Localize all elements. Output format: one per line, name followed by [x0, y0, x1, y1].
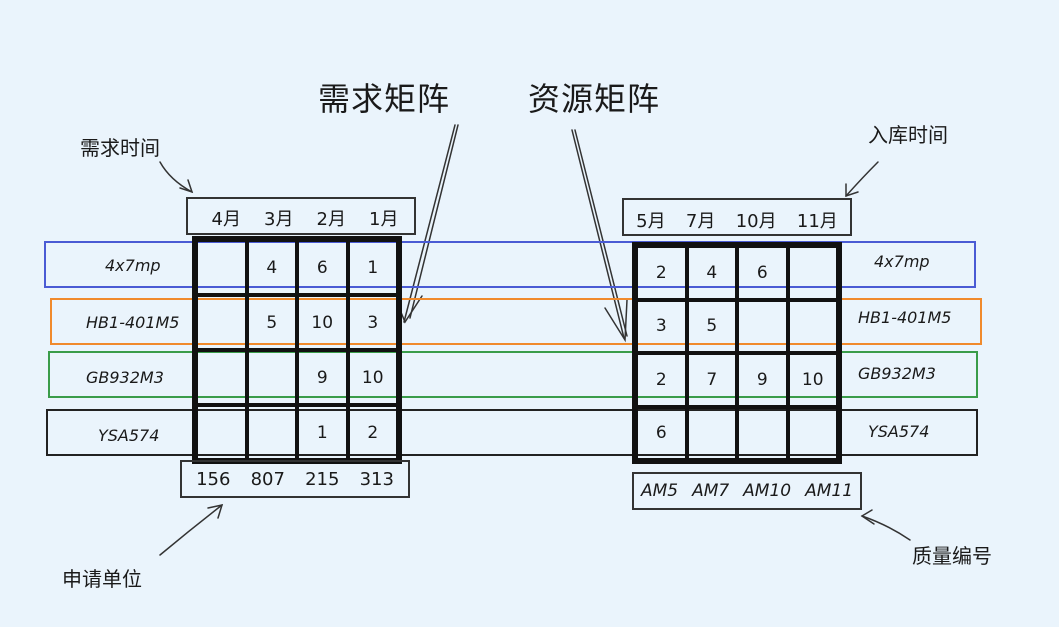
matrix-cell: 7 — [686, 353, 737, 407]
matrix-cell: 2 — [347, 405, 398, 460]
quality-code-label: AM5 — [640, 481, 679, 501]
matrix-cell — [787, 246, 838, 300]
demand-time-arrow — [159, 161, 193, 193]
quality-code-label: 质量编号 — [912, 544, 992, 568]
month-label: 4月 — [211, 209, 241, 230]
matrix-cell: 9 — [297, 350, 348, 405]
stock-in-time-arrow — [845, 161, 879, 197]
matrix-cell — [737, 406, 788, 460]
matrix-cell: 2 — [636, 246, 687, 300]
row-band-hb1-401m5 — [50, 298, 982, 345]
month-label: 11月 — [796, 211, 838, 232]
matrix-cell: 5 — [686, 299, 737, 353]
unit-label: 215 — [305, 468, 340, 490]
matrix-cell: 3 — [636, 299, 687, 353]
resource-row-label: YSA574 — [868, 422, 930, 441]
demand-matrix: 4 6 1 5 10 3 9 10 1 2 — [192, 236, 402, 464]
quality-code-label: AM11 — [805, 481, 854, 501]
month-label: 10月 — [735, 211, 777, 232]
matrix-cell: 1 — [347, 240, 398, 295]
quality-code-label: AM10 — [743, 481, 792, 501]
quality-code-arrow — [861, 515, 911, 541]
matrix-cell: 10 — [347, 350, 398, 405]
matrix-cell: 6 — [737, 246, 788, 300]
month-label: 5月 — [636, 211, 666, 232]
resource-months-header: 5月 7月 10月 11月 — [626, 205, 848, 235]
matrix-cell — [196, 240, 247, 295]
matrix-cell — [246, 350, 297, 405]
unit-label: 156 — [196, 468, 231, 490]
matrix-cell — [196, 350, 247, 405]
matrix-cell: 10 — [787, 353, 838, 407]
diagram-canvas: 需求矩阵 资源矩阵 需求时间 入库时间 申请单位 质量编号 4月 3月 2月 1月 4… — [0, 0, 1059, 627]
month-label: 1月 — [369, 209, 399, 230]
matrix-cell: 4 — [686, 246, 737, 300]
matrix-cell — [686, 406, 737, 460]
matrix-cell — [787, 299, 838, 353]
demand-row-label: HB1-401M5 — [86, 313, 180, 332]
matrix-cell — [787, 406, 838, 460]
month-label: 2月 — [316, 209, 346, 230]
month-label: 3月 — [264, 209, 294, 230]
matrix-cell: 3 — [347, 295, 398, 350]
unit-label: 313 — [359, 468, 394, 490]
matrix-cell: 9 — [737, 353, 788, 407]
matrix-cell: 4 — [246, 240, 297, 295]
demand-row-label: YSA574 — [98, 426, 160, 445]
matrix-cell: 10 — [297, 295, 348, 350]
matrix-cell: 5 — [246, 295, 297, 350]
resource-codes-footer: AM5 AM7 AM10 AM11 — [634, 476, 860, 506]
demand-months-header: 4月 3月 2月 1月 — [200, 203, 410, 233]
demand-time-label: 需求时间 — [80, 136, 160, 160]
demand-matrix-title: 需求矩阵 — [318, 80, 451, 118]
applicant-unit-arrow — [159, 504, 223, 556]
resource-row-label: 4x7mp — [874, 252, 930, 271]
resource-matrix: 2 4 6 3 5 2 7 9 10 6 — [632, 242, 842, 464]
demand-row-label: 4x7mp — [105, 256, 161, 275]
demand-units-footer: 156 807 215 313 — [186, 464, 404, 494]
stock-in-time-label: 入库时间 — [868, 123, 948, 147]
resource-matrix-title: 资源矩阵 — [528, 80, 661, 118]
demand-row-label: GB932M3 — [86, 368, 164, 387]
matrix-cell — [737, 299, 788, 353]
resource-row-label: HB1-401M5 — [858, 308, 952, 327]
matrix-cell: 2 — [636, 353, 687, 407]
matrix-cell — [196, 405, 247, 460]
matrix-cell — [246, 405, 297, 460]
applicant-unit-label: 申请单位 — [62, 567, 142, 591]
resource-row-label: GB932M3 — [858, 364, 936, 383]
matrix-cell: 6 — [636, 406, 687, 460]
month-label: 7月 — [685, 211, 716, 232]
matrix-cell: 1 — [297, 405, 348, 460]
matrix-cell — [196, 295, 247, 350]
quality-code-label: AM7 — [692, 481, 730, 501]
unit-label: 807 — [250, 468, 285, 490]
matrix-cell: 6 — [297, 240, 348, 295]
